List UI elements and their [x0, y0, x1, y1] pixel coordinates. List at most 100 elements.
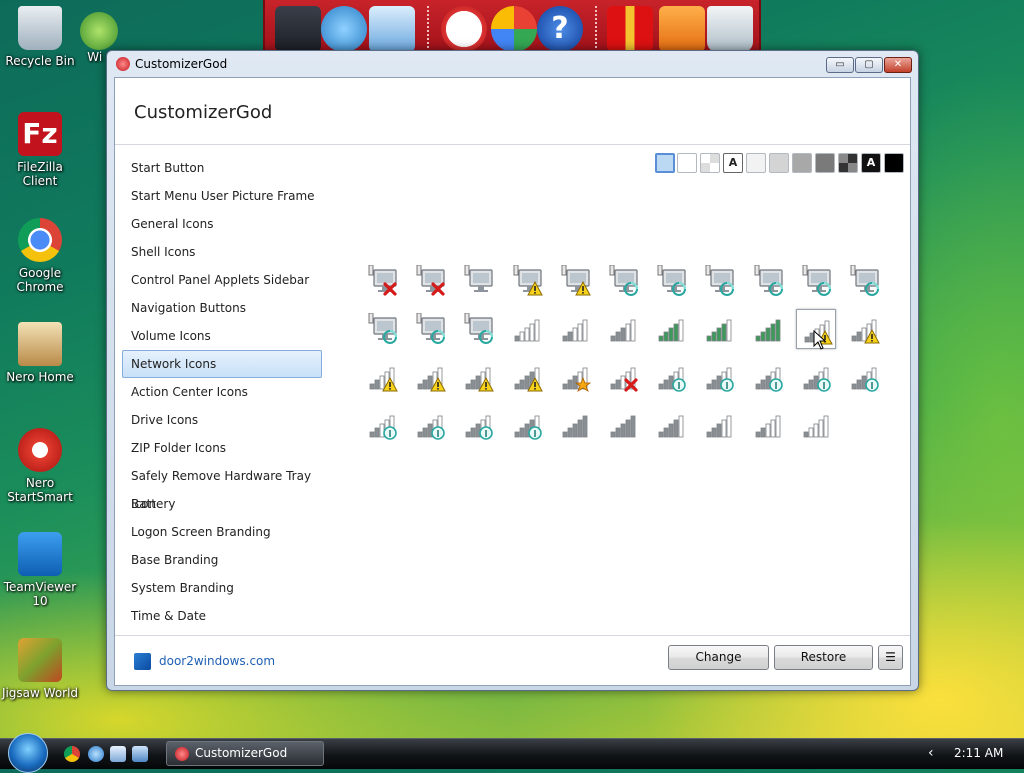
change-button[interactable]: Change: [668, 645, 769, 670]
nav-item[interactable]: Safely Remove Hardware Tray Icon: [122, 462, 322, 511]
desktop-icon-nero-startsmart[interactable]: Nero StartSmart: [0, 428, 80, 504]
network-icon[interactable]: [555, 261, 595, 301]
network-icon[interactable]: [410, 309, 450, 349]
trash-icon[interactable]: [707, 6, 753, 52]
background-swatch[interactable]: [655, 153, 675, 173]
network-icon[interactable]: [748, 405, 788, 445]
network-globe-icon[interactable]: [321, 6, 367, 52]
background-swatch[interactable]: [769, 153, 789, 173]
background-swatch[interactable]: A: [861, 153, 881, 173]
network-icon[interactable]: [603, 261, 643, 301]
computer-icon[interactable]: [275, 6, 321, 52]
nav-item[interactable]: General Icons: [122, 210, 322, 238]
network-icon[interactable]: [796, 261, 836, 301]
nav-item[interactable]: Base Branding: [122, 546, 322, 574]
network-icon[interactable]: [844, 357, 884, 397]
background-swatch[interactable]: [838, 153, 858, 173]
clock[interactable]: 2:11 AM: [954, 746, 1003, 760]
network-icon[interactable]: [699, 309, 739, 349]
network-icon[interactable]: [458, 357, 498, 397]
network-icon[interactable]: [410, 261, 450, 301]
network-icon[interactable]: [699, 261, 739, 301]
network-icon[interactable]: [507, 405, 547, 445]
nav-item[interactable]: Action Center Icons: [122, 378, 322, 406]
start-button[interactable]: [8, 733, 48, 773]
nav-item[interactable]: Start Menu User Picture Frame: [122, 182, 322, 210]
network-icon[interactable]: [603, 357, 643, 397]
network-icon[interactable]: [410, 357, 450, 397]
network-icon[interactable]: [699, 357, 739, 397]
ie-quicklaunch-icon[interactable]: [88, 746, 104, 762]
nav-item[interactable]: Time & Date: [122, 602, 322, 630]
network-icon[interactable]: [603, 309, 643, 349]
network-icon[interactable]: [844, 261, 884, 301]
window-titlebar[interactable]: CustomizerGod ▭ ▢ ✕: [107, 51, 918, 77]
background-swatch[interactable]: A: [723, 153, 743, 173]
network-icon[interactable]: [362, 405, 402, 445]
network-icon[interactable]: [796, 357, 836, 397]
restore-button[interactable]: Restore: [774, 645, 873, 670]
network-icon[interactable]: [555, 357, 595, 397]
snowman-icon[interactable]: [441, 6, 487, 52]
tray-expand-icon[interactable]: ‹: [928, 745, 934, 761]
background-swatch[interactable]: [677, 153, 697, 173]
network-icon[interactable]: [507, 309, 547, 349]
network-icon[interactable]: [555, 405, 595, 445]
desktop-icon-recycle-bin[interactable]: Recycle Bin: [0, 6, 80, 68]
gift-icon[interactable]: [607, 6, 653, 52]
chrome-quicklaunch-icon[interactable]: [64, 746, 80, 762]
nav-item[interactable]: ZIP Folder Icons: [122, 434, 322, 462]
background-swatch[interactable]: [700, 153, 720, 173]
desktop-icon-teamviewer[interactable]: TeamViewer 10: [0, 532, 80, 608]
windows-update-icon[interactable]: [491, 6, 537, 52]
nav-item[interactable]: Navigation Buttons: [122, 294, 322, 322]
network-icon[interactable]: [507, 357, 547, 397]
network-icon[interactable]: [651, 309, 691, 349]
network-icon[interactable]: [651, 405, 691, 445]
network-icon[interactable]: [507, 261, 547, 301]
switch-windows-icon[interactable]: [132, 746, 148, 762]
background-swatch[interactable]: [792, 153, 812, 173]
nav-item[interactable]: Battery: [122, 490, 322, 518]
background-swatch[interactable]: [746, 153, 766, 173]
network-icon[interactable]: [748, 261, 788, 301]
network-icon[interactable]: [458, 261, 498, 301]
maximize-button[interactable]: ▢: [855, 57, 883, 73]
network-icon[interactable]: [362, 357, 402, 397]
network-icon[interactable]: [796, 405, 836, 445]
show-desktop-icon[interactable]: [110, 746, 126, 762]
network-icon[interactable]: [651, 357, 691, 397]
nav-item[interactable]: Logon Screen Branding: [122, 518, 322, 546]
help-icon[interactable]: ?: [537, 6, 583, 52]
network-icon[interactable]: [410, 405, 450, 445]
network-icon[interactable]: [699, 405, 739, 445]
network-icon[interactable]: [458, 309, 498, 349]
door2windows-link[interactable]: door2windows.com: [134, 653, 275, 670]
taskbar-button-customizergod[interactable]: CustomizerGod: [166, 741, 324, 766]
desktop-icon-jigsaw-world[interactable]: Jigsaw World: [0, 638, 80, 700]
network-icon[interactable]: [555, 309, 595, 349]
network-icon[interactable]: [651, 261, 691, 301]
nav-item[interactable]: Drive Icons: [122, 406, 322, 434]
background-swatch[interactable]: [884, 153, 904, 173]
minimize-button[interactable]: ▭: [826, 57, 854, 73]
background-swatch[interactable]: [815, 153, 835, 173]
network-icon[interactable]: [603, 405, 643, 445]
network-icon[interactable]: [362, 261, 402, 301]
desktop-icon-filezilla[interactable]: Fz FileZilla Client: [0, 112, 80, 188]
nav-item[interactable]: Network Icons: [122, 350, 322, 378]
nav-item[interactable]: Control Panel Applets Sidebar: [122, 266, 322, 294]
nav-item[interactable]: System Branding: [122, 574, 322, 602]
network-icon[interactable]: [748, 357, 788, 397]
network-icon[interactable]: [844, 309, 884, 349]
menu-button[interactable]: ☰: [878, 645, 903, 670]
network-icon[interactable]: [748, 309, 788, 349]
network-icon[interactable]: [795, 309, 836, 350]
nav-item[interactable]: Shell Icons: [122, 238, 322, 266]
nav-item[interactable]: Volume Icons: [122, 322, 322, 350]
folder-icon[interactable]: [659, 6, 705, 52]
desktop-icon-google-chrome[interactable]: Google Chrome: [0, 218, 80, 294]
network-icon[interactable]: [362, 309, 402, 349]
control-panel-icon[interactable]: [369, 6, 415, 52]
network-icon[interactable]: [458, 405, 498, 445]
